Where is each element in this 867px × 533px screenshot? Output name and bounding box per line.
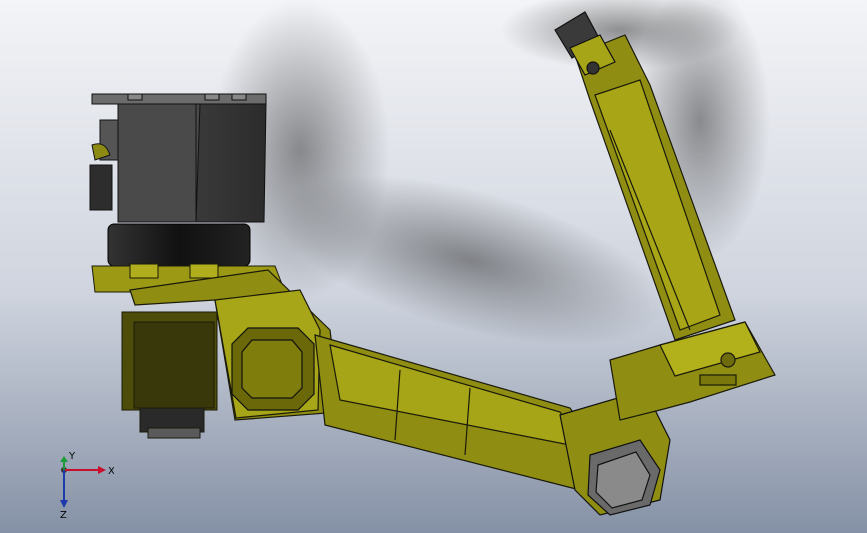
x-axis-label: X [108, 466, 114, 477]
y-axis-arrowhead [60, 456, 68, 462]
y-axis-label: Y [68, 451, 76, 462]
coordinate-triad: X Z Y [60, 451, 114, 520]
j1-bearing-ring[interactable] [107, 223, 251, 267]
z-axis-label: Z [60, 510, 67, 520]
robot-arm-model-scene[interactable] [0, 0, 867, 533]
j2-joint-cover[interactable] [231, 327, 315, 411]
cad-graphics-viewport[interactable]: X Z Y [0, 0, 867, 533]
z-axis-arrowhead [60, 500, 68, 508]
x-axis-arrowhead [98, 466, 106, 474]
